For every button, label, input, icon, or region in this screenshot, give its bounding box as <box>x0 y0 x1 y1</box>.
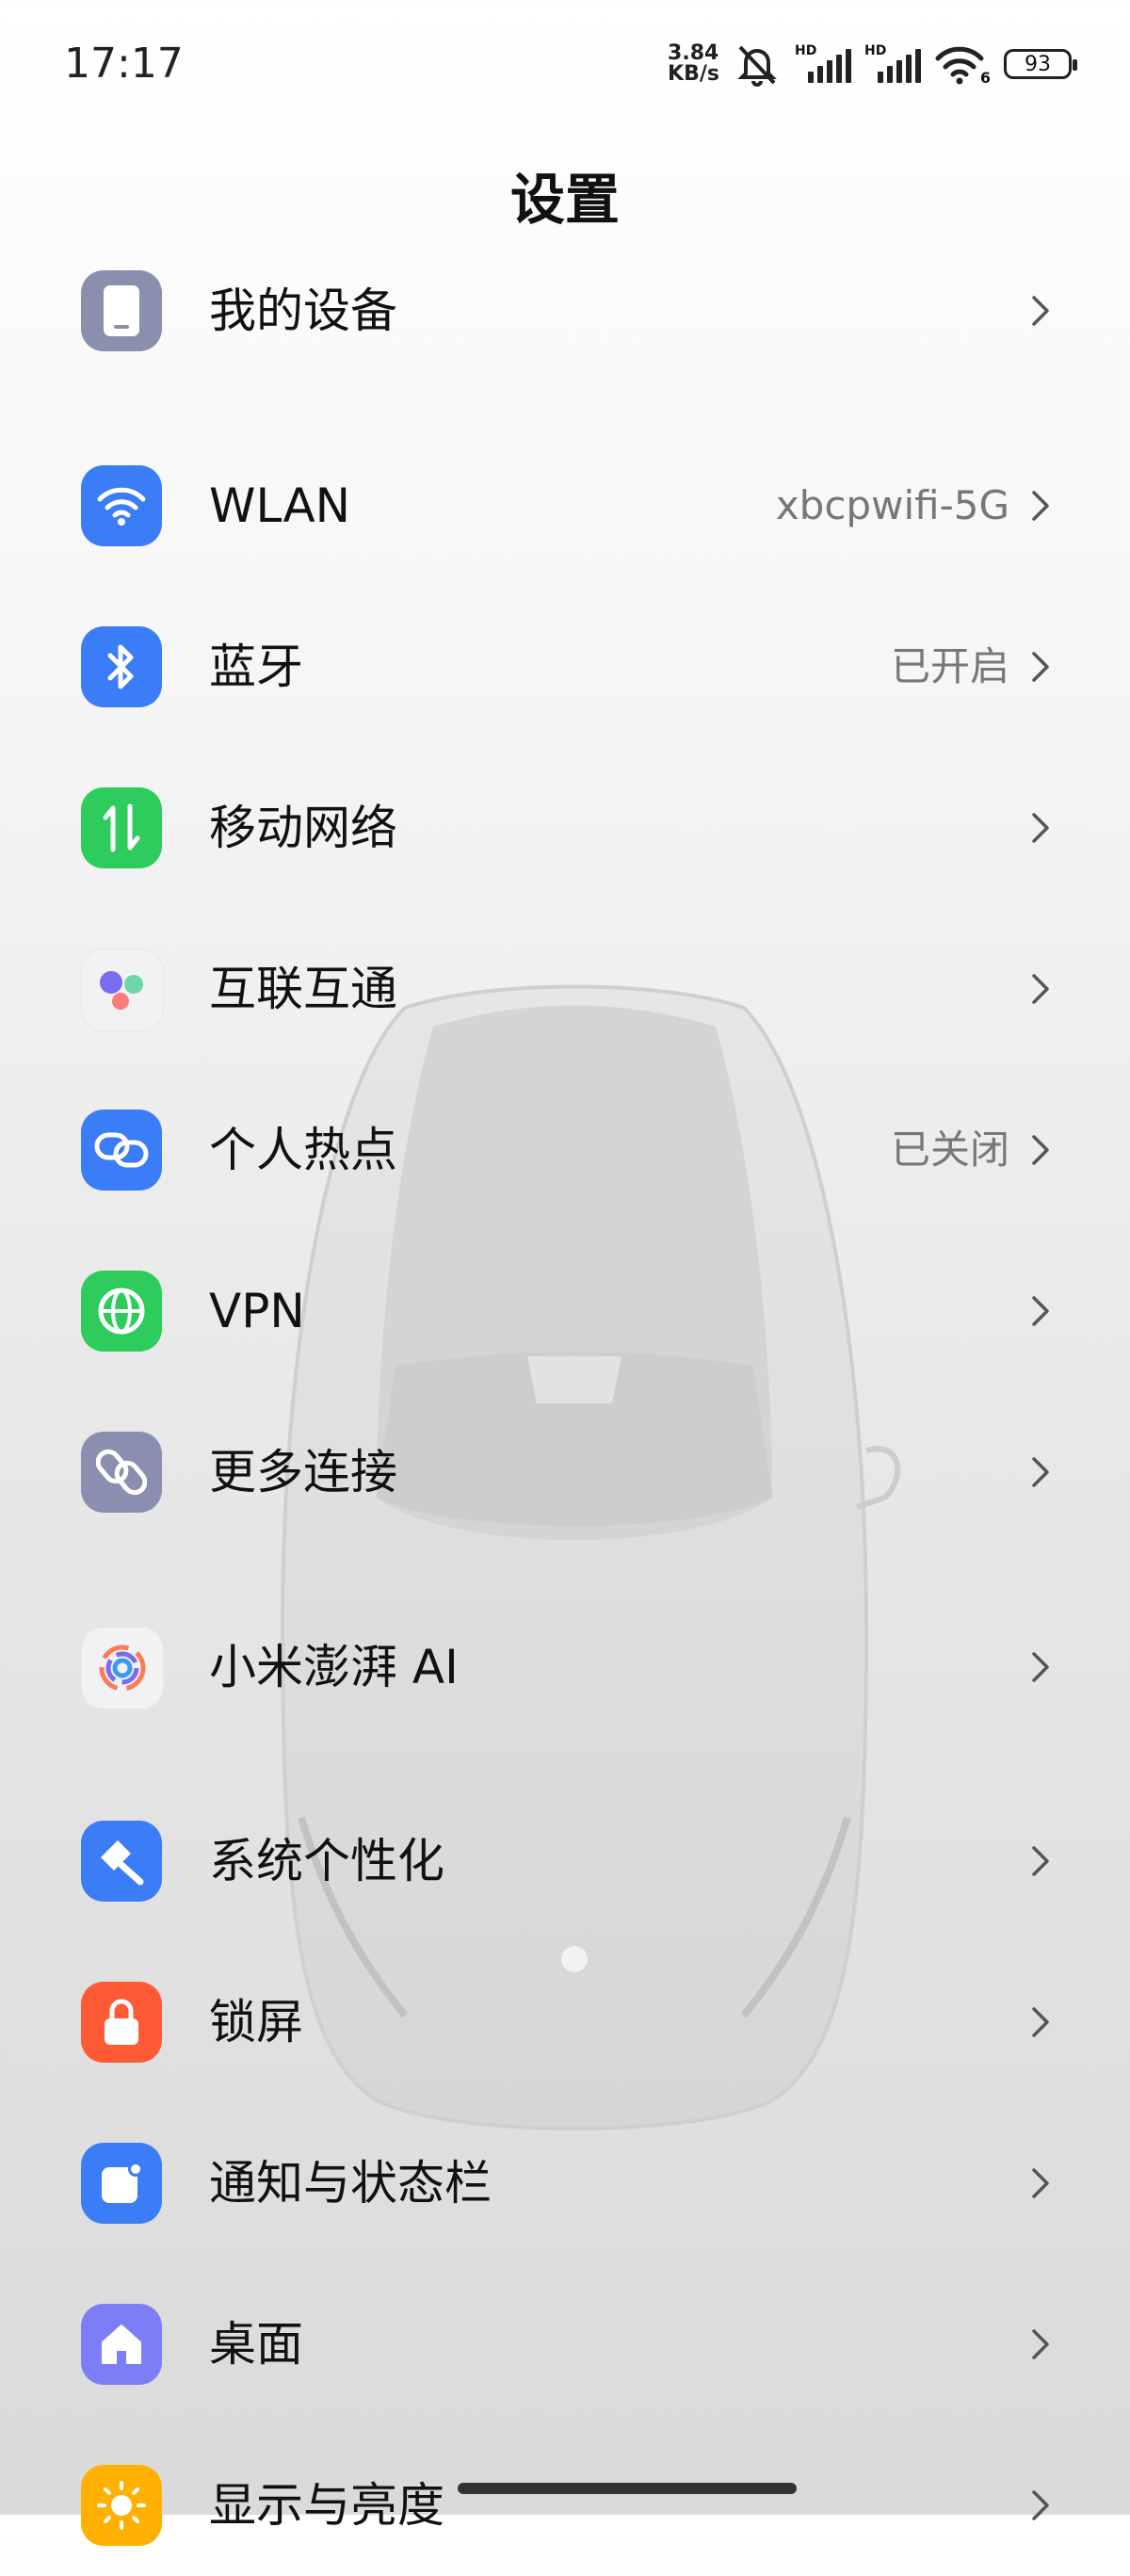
settings-row-personalization[interactable]: 系统个性化 <box>0 1790 1130 1932</box>
row-label: 个人热点 <box>209 1123 397 1177</box>
row-value: 已关闭 <box>890 1126 1009 1173</box>
chevron-right-icon <box>1032 1652 1049 1682</box>
interconnect-icon <box>81 948 164 1031</box>
settings-row-mobile-network[interactable]: 移动网络 <box>0 757 1130 899</box>
row-label: 系统个性化 <box>209 1834 444 1888</box>
settings-row-lock-screen[interactable]: 锁屏 <box>0 1952 1130 2093</box>
home-icon <box>81 2304 162 2385</box>
chevron-right-icon <box>1032 1846 1049 1876</box>
network-speed: 3.84 KB/s <box>668 43 719 85</box>
settings-row-my-device[interactable]: 我的设备 <box>0 240 1130 381</box>
link-icon <box>81 1432 162 1513</box>
row-label: 移动网络 <box>209 801 397 855</box>
chevron-right-icon <box>1032 2168 1049 2198</box>
paint-icon <box>81 1821 162 1902</box>
chevron-right-icon <box>1032 813 1049 843</box>
row-label: 更多连接 <box>209 1445 397 1499</box>
settings-row-vpn[interactable]: VPN <box>0 1240 1130 1382</box>
sim2-signal-icon: HD <box>864 43 921 85</box>
phone-icon <box>81 270 162 351</box>
bluetooth-icon <box>81 626 162 707</box>
notification-icon <box>81 2143 162 2224</box>
chevron-right-icon <box>1032 652 1049 682</box>
settings-row-hotspot[interactable]: 个人热点 已关闭 <box>0 1079 1130 1221</box>
chevron-right-icon <box>1032 2007 1049 2037</box>
row-label: 蓝牙 <box>209 640 303 694</box>
row-label: WLAN <box>209 478 351 533</box>
row-label: 小米澎湃 AI <box>209 1640 459 1694</box>
chevron-right-icon <box>1032 2329 1049 2359</box>
settings-row-interconnect[interactable]: 互联互通 <box>0 918 1130 1060</box>
battery-icon: 93 <box>1004 49 1077 79</box>
row-label: 互联互通 <box>209 962 397 1016</box>
wifi-status-icon: 6 <box>934 43 991 87</box>
chevron-right-icon <box>1032 974 1049 1004</box>
chevron-right-icon <box>1032 1135 1049 1165</box>
chevron-right-icon <box>1032 1457 1049 1487</box>
row-label: 显示与亮度 <box>209 2478 444 2533</box>
mobile-data-icon <box>81 787 162 868</box>
chevron-right-icon <box>1032 491 1049 521</box>
row-label: 桌面 <box>209 2317 303 2372</box>
sim1-signal-icon: HD <box>795 43 851 85</box>
row-value: 已开启 <box>890 643 1009 689</box>
status-icons: 3.84 KB/s HD HD 6 93 <box>668 41 1077 87</box>
row-label: 锁屏 <box>209 1995 303 2049</box>
settings-row-home-screen[interactable]: 桌面 <box>0 2274 1130 2415</box>
settings-row-notifications[interactable]: 通知与状态栏 <box>0 2113 1130 2254</box>
row-label: 通知与状态栏 <box>209 2156 492 2211</box>
row-label: VPN <box>209 1284 305 1338</box>
settings-row-display[interactable]: 显示与亮度 <box>0 2435 1130 2576</box>
home-indicator-bar[interactable] <box>458 2483 797 2494</box>
wifi-icon <box>81 465 162 546</box>
battery-level: 93 <box>1025 52 1051 76</box>
settings-row-xiaomi-ai[interactable]: 小米澎湃 AI <box>0 1596 1130 1738</box>
ai-icon <box>81 1627 164 1709</box>
settings-row-wlan[interactable]: WLAN xbcpwifi-5G <box>0 435 1130 576</box>
status-time: 17:17 <box>64 40 184 88</box>
mute-bell-icon <box>737 45 777 87</box>
hotspot-icon <box>81 1110 162 1191</box>
network-speed-unit: KB/s <box>668 62 719 86</box>
chevron-right-icon <box>1032 1296 1049 1326</box>
page-title: 设置 <box>509 168 620 232</box>
lock-icon <box>81 1982 162 2063</box>
globe-icon <box>81 1271 162 1352</box>
row-value: xbcpwifi-5G <box>775 482 1009 528</box>
wifi-standard-label: 6 <box>979 69 991 87</box>
row-label: 我的设备 <box>209 284 397 338</box>
network-speed-value: 3.84 <box>668 41 719 65</box>
chevron-right-icon <box>1032 2490 1049 2520</box>
sun-icon <box>81 2465 162 2546</box>
settings-row-more-connections[interactable]: 更多连接 <box>0 1401 1130 1543</box>
settings-row-bluetooth[interactable]: 蓝牙 已开启 <box>0 596 1130 737</box>
chevron-right-icon <box>1032 296 1049 326</box>
